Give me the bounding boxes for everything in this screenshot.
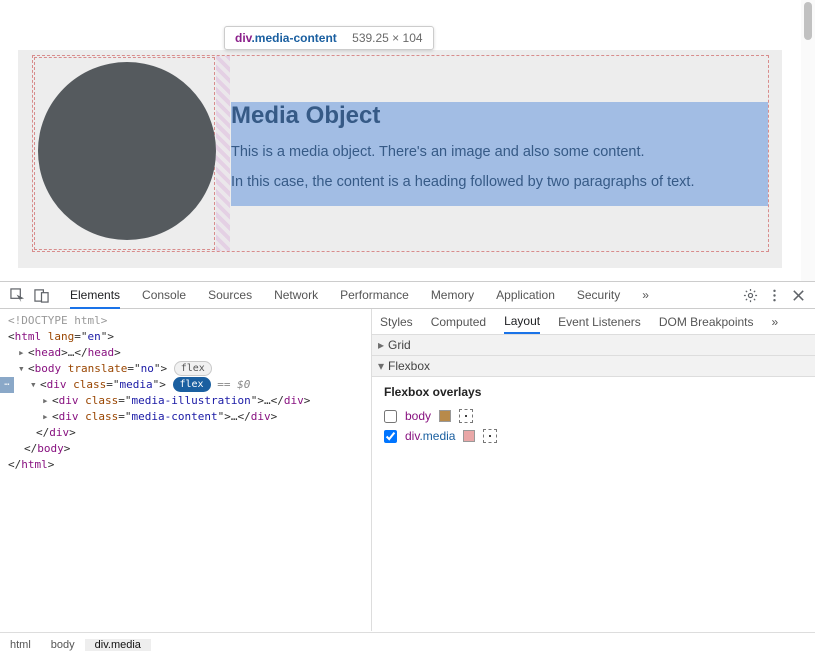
gear-icon[interactable] xyxy=(741,286,759,304)
dom-doctype[interactable]: <!DOCTYPE html> xyxy=(8,314,107,327)
tooltip-class: .media-content xyxy=(251,31,336,45)
flex-badge-media[interactable]: flex xyxy=(173,377,211,392)
device-toolbar-icon[interactable] xyxy=(32,286,50,304)
subtab-layout[interactable]: Layout xyxy=(504,309,540,334)
highlight-target-icon[interactable] xyxy=(483,429,497,443)
inspect-element-icon[interactable] xyxy=(8,286,26,304)
tab-elements[interactable]: Elements xyxy=(70,282,120,309)
tab-security[interactable]: Security xyxy=(577,282,620,309)
subtab-styles[interactable]: Styles xyxy=(380,310,413,333)
subtab-overflow[interactable]: » xyxy=(772,310,779,333)
tab-sources[interactable]: Sources xyxy=(208,282,252,309)
devtools-main-tabs: Elements Console Sources Network Perform… xyxy=(70,282,649,309)
dom-selected-row[interactable]: ▾<div class="media"> flex == $0 xyxy=(8,377,371,393)
flex-overlay-swatch-media[interactable] xyxy=(463,430,475,442)
flex-overlay-tag-media[interactable]: div xyxy=(405,429,419,443)
tab-application[interactable]: Application xyxy=(496,282,555,309)
flex-overlay-row-body: body xyxy=(384,409,803,423)
tab-network[interactable]: Network xyxy=(274,282,318,309)
tab-performance[interactable]: Performance xyxy=(340,282,409,309)
tooltip-dimensions: 539.25 × 104 xyxy=(352,31,422,45)
flex-overlay-row-media: div.media xyxy=(384,429,803,443)
flex-overlay-checkbox-body[interactable] xyxy=(384,410,397,423)
tab-memory[interactable]: Memory xyxy=(431,282,474,309)
page-canvas: Media Object This is a media object. The… xyxy=(18,50,782,268)
flex-overlay-tag-body[interactable]: body xyxy=(405,409,431,423)
section-grid[interactable]: ▸Grid xyxy=(372,335,815,356)
devtools-toolbar: Elements Console Sources Network Perform… xyxy=(0,281,815,309)
highlight-target-icon[interactable] xyxy=(459,409,473,423)
kebab-menu-icon[interactable] xyxy=(765,286,783,304)
devtools-panel: Elements Console Sources Network Perform… xyxy=(0,281,815,656)
tab-overflow[interactable]: » xyxy=(642,282,649,309)
viewport-scrollbar[interactable] xyxy=(801,0,815,281)
subtab-event-listeners[interactable]: Event Listeners xyxy=(558,310,641,333)
media-paragraph-2: In this case, the content is a heading f… xyxy=(231,174,768,190)
dom-equals-dollar0: == $0 xyxy=(211,378,251,391)
media-heading: Media Object xyxy=(231,102,768,130)
subtab-dom-breakpoints[interactable]: DOM Breakpoints xyxy=(659,310,754,333)
dom-tree-pane[interactable]: ⋯ <!DOCTYPE html> <html lang="en"> ▸<hea… xyxy=(0,309,372,631)
flex-overlay-swatch-body[interactable] xyxy=(439,410,451,422)
media-illustration-circle xyxy=(38,62,216,240)
section-flexbox-label: Flexbox xyxy=(388,359,430,373)
media-paragraph-1: This is a media object. There's an image… xyxy=(231,144,768,160)
section-flexbox[interactable]: ▾Flexbox xyxy=(372,356,815,377)
flexbox-overlays-title: Flexbox overlays xyxy=(384,385,803,399)
selected-row-gutter: ⋯ xyxy=(0,377,14,393)
page-viewport: Media Object This is a media object. The… xyxy=(0,0,815,281)
dom-breadcrumb: html body div.media xyxy=(0,632,815,656)
tooltip-tag: div xyxy=(235,31,251,45)
section-grid-label: Grid xyxy=(388,338,411,352)
flex-overlay-checkbox-media[interactable] xyxy=(384,430,397,443)
right-subtabs: Styles Computed Layout Event Listeners D… xyxy=(372,309,815,335)
media-content-text: Media Object This is a media object. The… xyxy=(231,102,768,204)
subtab-computed[interactable]: Computed xyxy=(431,310,486,333)
tab-console[interactable]: Console xyxy=(142,282,186,309)
breadcrumb-div-media[interactable]: div.media xyxy=(85,639,151,651)
flex-gap-hatch xyxy=(216,56,230,251)
element-hover-tooltip: div.media-content 539.25 × 104 xyxy=(224,26,434,50)
breadcrumb-body[interactable]: body xyxy=(41,639,85,651)
breadcrumb-html[interactable]: html xyxy=(0,639,41,651)
close-icon[interactable] xyxy=(789,286,807,304)
flexbox-overlays: Flexbox overlays body div.media xyxy=(372,377,815,457)
flex-badge-body[interactable]: flex xyxy=(174,361,212,376)
flex-overlay-cls-media[interactable]: .media xyxy=(419,429,455,443)
styles-layout-pane: Styles Computed Layout Event Listeners D… xyxy=(372,309,815,631)
